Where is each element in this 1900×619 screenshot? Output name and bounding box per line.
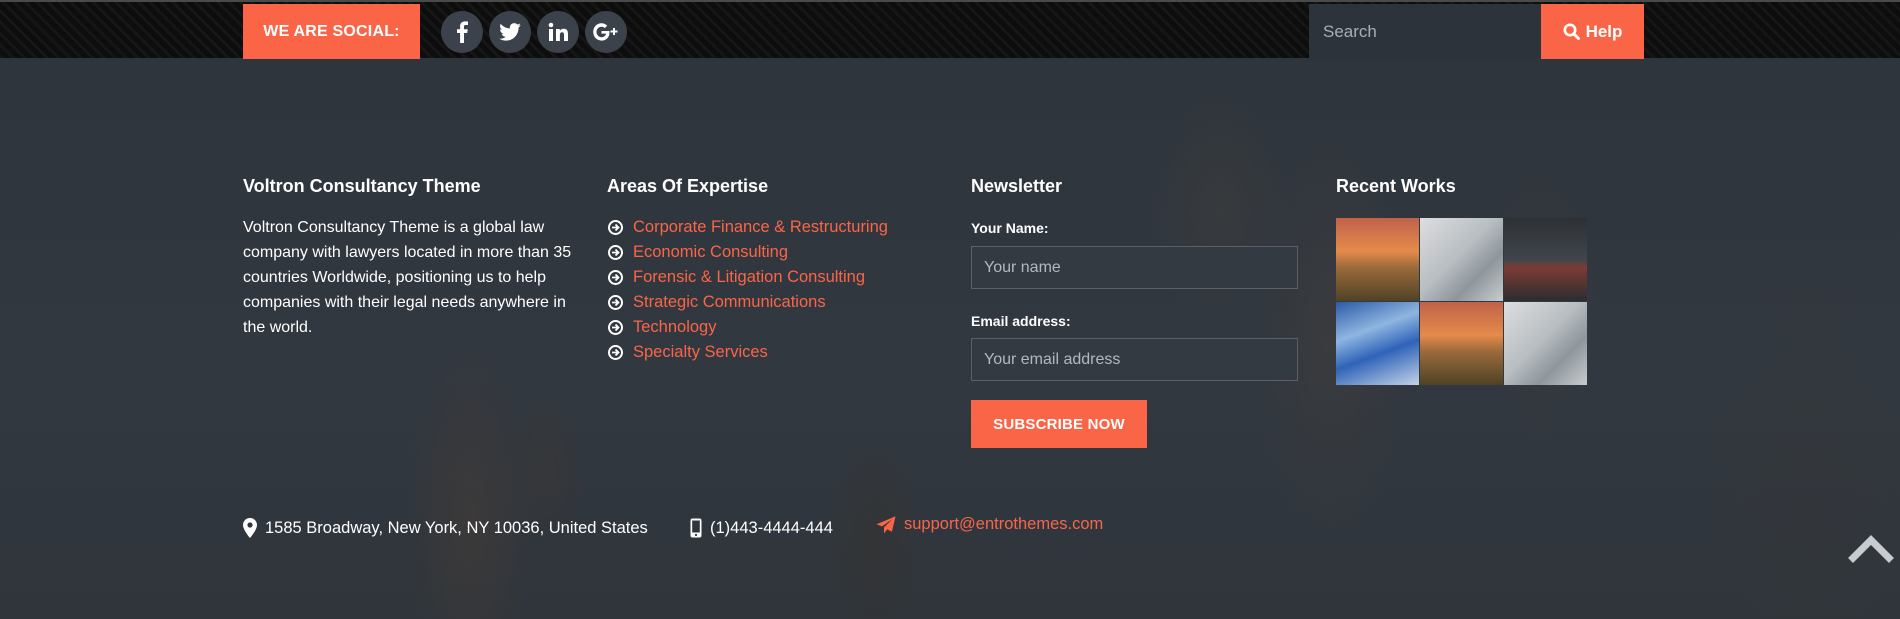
phone-text: (1)443-4444-444 [710,518,833,537]
facebook-icon [457,21,468,43]
name-field[interactable] [971,246,1298,289]
top-bar: WE ARE SOCIAL: Help [0,0,1900,59]
expertise-item: Technology [607,315,888,340]
twitter-icon [499,23,521,41]
about-text: Voltron Consultancy Theme is a global la… [243,219,572,336]
paper-plane-icon [876,515,896,534]
linkedin-icon [548,22,568,41]
search-input[interactable] [1309,4,1541,59]
work-thumbnail-wind-turbines[interactable] [1420,302,1503,385]
twitter-link[interactable] [489,11,531,53]
email-field[interactable] [971,338,1298,381]
google-plus-icon [593,23,618,41]
social-label: WE ARE SOCIAL: [243,4,420,59]
expertise-link[interactable]: Strategic Communications [633,293,826,312]
expertise-link[interactable]: Economic Consulting [633,243,788,262]
back-to-top-button[interactable] [1843,528,1899,564]
address-text: 1585 Broadway, New York, NY 10036, Unite… [265,518,648,537]
expertise-item: Forensic & Litigation Consulting [607,265,888,290]
search-icon [1563,23,1580,40]
expertise-item: Economic Consulting [607,240,888,265]
recent-works-grid [1336,218,1587,385]
name-label: Your Name: [971,220,1049,236]
facebook-link[interactable] [441,11,483,53]
chevron-up-icon [1848,535,1894,563]
work-thumbnail-flags[interactable] [1336,302,1419,385]
expertise-link[interactable]: Corporate Finance & Restructuring [633,218,888,237]
expertise-list: Corporate Finance & Restructuring Econom… [607,215,888,365]
recent-works-title: Recent Works [1336,176,1456,196]
expertise-link[interactable]: Specialty Services [633,343,768,362]
linkedin-link[interactable] [537,11,579,53]
circle-arrow-icon [608,320,623,335]
work-thumbnail-truck[interactable] [1504,218,1587,301]
work-thumbnail-laptop[interactable] [1420,218,1503,301]
expertise-title: Areas Of Expertise [607,176,769,196]
help-label: Help [1585,21,1623,41]
expertise-item: Corporate Finance & Restructuring [607,215,888,240]
circle-arrow-icon [608,295,623,310]
newsletter-title: Newsletter [971,176,1063,196]
subscribe-button[interactable]: SUBSCRIBE NOW [971,400,1147,448]
work-thumbnail-laptop[interactable] [1504,302,1587,385]
circle-arrow-icon [608,220,623,235]
email-link[interactable]: support@entrothemes.com [904,515,1103,534]
google-plus-link[interactable] [585,11,627,53]
help-button[interactable]: Help [1541,4,1644,59]
about-title: Voltron Consultancy Theme [243,176,481,196]
expertise-link[interactable]: Forensic & Litigation Consulting [633,268,865,287]
mobile-phone-icon [690,518,702,538]
circle-arrow-icon [608,245,623,260]
expertise-item: Specialty Services [607,340,888,365]
circle-arrow-icon [608,345,623,360]
work-thumbnail-wind-turbines[interactable] [1336,218,1419,301]
circle-arrow-icon [608,270,623,285]
expertise-item: Strategic Communications [607,290,888,315]
contact-phone: (1)443-4444-444 [690,518,833,538]
contact-email: support@entrothemes.com [876,515,1103,534]
map-marker-icon [243,518,257,538]
email-label: Email address: [971,313,1071,329]
expertise-link[interactable]: Technology [633,318,716,337]
contact-address: 1585 Broadway, New York, NY 10036, Unite… [243,518,648,538]
